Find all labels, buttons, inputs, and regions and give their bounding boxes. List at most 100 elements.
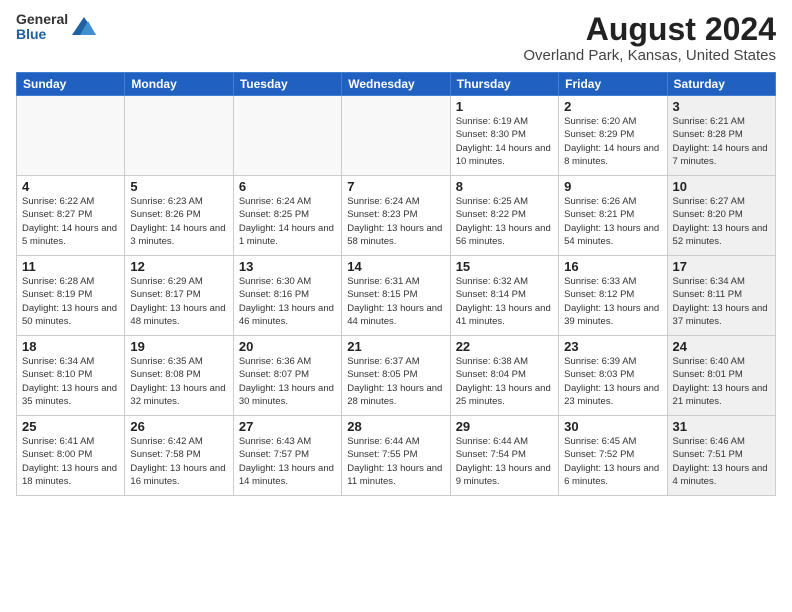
day-number: 15 [456,259,553,274]
sub-title: Overland Park, Kansas, United States [523,47,776,64]
table-row: 29Sunrise: 6:44 AM Sunset: 7:54 PM Dayli… [450,416,558,496]
table-row: 31Sunrise: 6:46 AM Sunset: 7:51 PM Dayli… [667,416,775,496]
day-info: Sunrise: 6:31 AM Sunset: 8:15 PM Dayligh… [347,275,444,328]
day-info: Sunrise: 6:21 AM Sunset: 8:28 PM Dayligh… [673,115,770,168]
col-sunday: Sunday [17,73,125,96]
day-number: 22 [456,339,553,354]
day-number: 17 [673,259,770,274]
table-row: 25Sunrise: 6:41 AM Sunset: 8:00 PM Dayli… [17,416,125,496]
logo-text: General Blue [16,12,68,43]
day-number: 19 [130,339,227,354]
day-info: Sunrise: 6:24 AM Sunset: 8:25 PM Dayligh… [239,195,336,248]
table-row: 30Sunrise: 6:45 AM Sunset: 7:52 PM Dayli… [559,416,667,496]
table-row: 13Sunrise: 6:30 AM Sunset: 8:16 PM Dayli… [233,256,341,336]
day-info: Sunrise: 6:38 AM Sunset: 8:04 PM Dayligh… [456,355,553,408]
day-info: Sunrise: 6:44 AM Sunset: 7:55 PM Dayligh… [347,435,444,488]
week-row-3: 11Sunrise: 6:28 AM Sunset: 8:19 PM Dayli… [17,256,776,336]
col-tuesday: Tuesday [233,73,341,96]
day-number: 28 [347,419,444,434]
week-row-2: 4Sunrise: 6:22 AM Sunset: 8:27 PM Daylig… [17,176,776,256]
day-info: Sunrise: 6:42 AM Sunset: 7:58 PM Dayligh… [130,435,227,488]
table-row: 24Sunrise: 6:40 AM Sunset: 8:01 PM Dayli… [667,336,775,416]
week-row-5: 25Sunrise: 6:41 AM Sunset: 8:00 PM Dayli… [17,416,776,496]
day-number: 20 [239,339,336,354]
day-number: 5 [130,179,227,194]
table-row [125,96,233,176]
table-row: 22Sunrise: 6:38 AM Sunset: 8:04 PM Dayli… [450,336,558,416]
table-row: 2Sunrise: 6:20 AM Sunset: 8:29 PM Daylig… [559,96,667,176]
day-number: 21 [347,339,444,354]
day-info: Sunrise: 6:35 AM Sunset: 8:08 PM Dayligh… [130,355,227,408]
table-row: 16Sunrise: 6:33 AM Sunset: 8:12 PM Dayli… [559,256,667,336]
day-number: 6 [239,179,336,194]
day-info: Sunrise: 6:33 AM Sunset: 8:12 PM Dayligh… [564,275,661,328]
table-row [342,96,450,176]
table-row: 18Sunrise: 6:34 AM Sunset: 8:10 PM Dayli… [17,336,125,416]
table-row: 8Sunrise: 6:25 AM Sunset: 8:22 PM Daylig… [450,176,558,256]
day-info: Sunrise: 6:40 AM Sunset: 8:01 PM Dayligh… [673,355,770,408]
table-row: 19Sunrise: 6:35 AM Sunset: 8:08 PM Dayli… [125,336,233,416]
day-number: 3 [673,99,770,114]
day-number: 14 [347,259,444,274]
day-info: Sunrise: 6:30 AM Sunset: 8:16 PM Dayligh… [239,275,336,328]
day-info: Sunrise: 6:44 AM Sunset: 7:54 PM Dayligh… [456,435,553,488]
table-row: 3Sunrise: 6:21 AM Sunset: 8:28 PM Daylig… [667,96,775,176]
day-info: Sunrise: 6:20 AM Sunset: 8:29 PM Dayligh… [564,115,661,168]
day-number: 25 [22,419,119,434]
day-info: Sunrise: 6:37 AM Sunset: 8:05 PM Dayligh… [347,355,444,408]
col-saturday: Saturday [667,73,775,96]
logo: General Blue [16,12,98,43]
day-info: Sunrise: 6:34 AM Sunset: 8:11 PM Dayligh… [673,275,770,328]
day-number: 9 [564,179,661,194]
day-number: 26 [130,419,227,434]
table-row: 7Sunrise: 6:24 AM Sunset: 8:23 PM Daylig… [342,176,450,256]
logo-general: General [16,12,68,27]
table-row: 23Sunrise: 6:39 AM Sunset: 8:03 PM Dayli… [559,336,667,416]
logo-blue: Blue [16,27,68,42]
logo-icon [70,13,98,41]
table-row: 21Sunrise: 6:37 AM Sunset: 8:05 PM Dayli… [342,336,450,416]
header: General Blue August 2024 Overland Park, … [16,12,776,64]
table-row: 6Sunrise: 6:24 AM Sunset: 8:25 PM Daylig… [233,176,341,256]
day-info: Sunrise: 6:22 AM Sunset: 8:27 PM Dayligh… [22,195,119,248]
day-number: 16 [564,259,661,274]
day-number: 1 [456,99,553,114]
table-row: 17Sunrise: 6:34 AM Sunset: 8:11 PM Dayli… [667,256,775,336]
col-thursday: Thursday [450,73,558,96]
day-info: Sunrise: 6:41 AM Sunset: 8:00 PM Dayligh… [22,435,119,488]
table-row: 4Sunrise: 6:22 AM Sunset: 8:27 PM Daylig… [17,176,125,256]
day-number: 8 [456,179,553,194]
day-number: 11 [22,259,119,274]
col-wednesday: Wednesday [342,73,450,96]
table-row: 12Sunrise: 6:29 AM Sunset: 8:17 PM Dayli… [125,256,233,336]
day-info: Sunrise: 6:32 AM Sunset: 8:14 PM Dayligh… [456,275,553,328]
calendar-header-row: Sunday Monday Tuesday Wednesday Thursday… [17,73,776,96]
day-number: 31 [673,419,770,434]
day-info: Sunrise: 6:26 AM Sunset: 8:21 PM Dayligh… [564,195,661,248]
day-info: Sunrise: 6:28 AM Sunset: 8:19 PM Dayligh… [22,275,119,328]
day-info: Sunrise: 6:23 AM Sunset: 8:26 PM Dayligh… [130,195,227,248]
table-row: 20Sunrise: 6:36 AM Sunset: 8:07 PM Dayli… [233,336,341,416]
day-info: Sunrise: 6:24 AM Sunset: 8:23 PM Dayligh… [347,195,444,248]
day-info: Sunrise: 6:25 AM Sunset: 8:22 PM Dayligh… [456,195,553,248]
table-row [233,96,341,176]
table-row: 14Sunrise: 6:31 AM Sunset: 8:15 PM Dayli… [342,256,450,336]
day-number: 2 [564,99,661,114]
day-number: 23 [564,339,661,354]
calendar: Sunday Monday Tuesday Wednesday Thursday… [16,72,776,496]
day-number: 10 [673,179,770,194]
table-row: 15Sunrise: 6:32 AM Sunset: 8:14 PM Dayli… [450,256,558,336]
day-number: 7 [347,179,444,194]
page: General Blue August 2024 Overland Park, … [0,0,792,612]
day-number: 29 [456,419,553,434]
day-info: Sunrise: 6:39 AM Sunset: 8:03 PM Dayligh… [564,355,661,408]
table-row: 10Sunrise: 6:27 AM Sunset: 8:20 PM Dayli… [667,176,775,256]
table-row: 26Sunrise: 6:42 AM Sunset: 7:58 PM Dayli… [125,416,233,496]
table-row: 27Sunrise: 6:43 AM Sunset: 7:57 PM Dayli… [233,416,341,496]
week-row-1: 1Sunrise: 6:19 AM Sunset: 8:30 PM Daylig… [17,96,776,176]
day-number: 18 [22,339,119,354]
day-info: Sunrise: 6:27 AM Sunset: 8:20 PM Dayligh… [673,195,770,248]
table-row: 5Sunrise: 6:23 AM Sunset: 8:26 PM Daylig… [125,176,233,256]
day-info: Sunrise: 6:29 AM Sunset: 8:17 PM Dayligh… [130,275,227,328]
col-friday: Friday [559,73,667,96]
